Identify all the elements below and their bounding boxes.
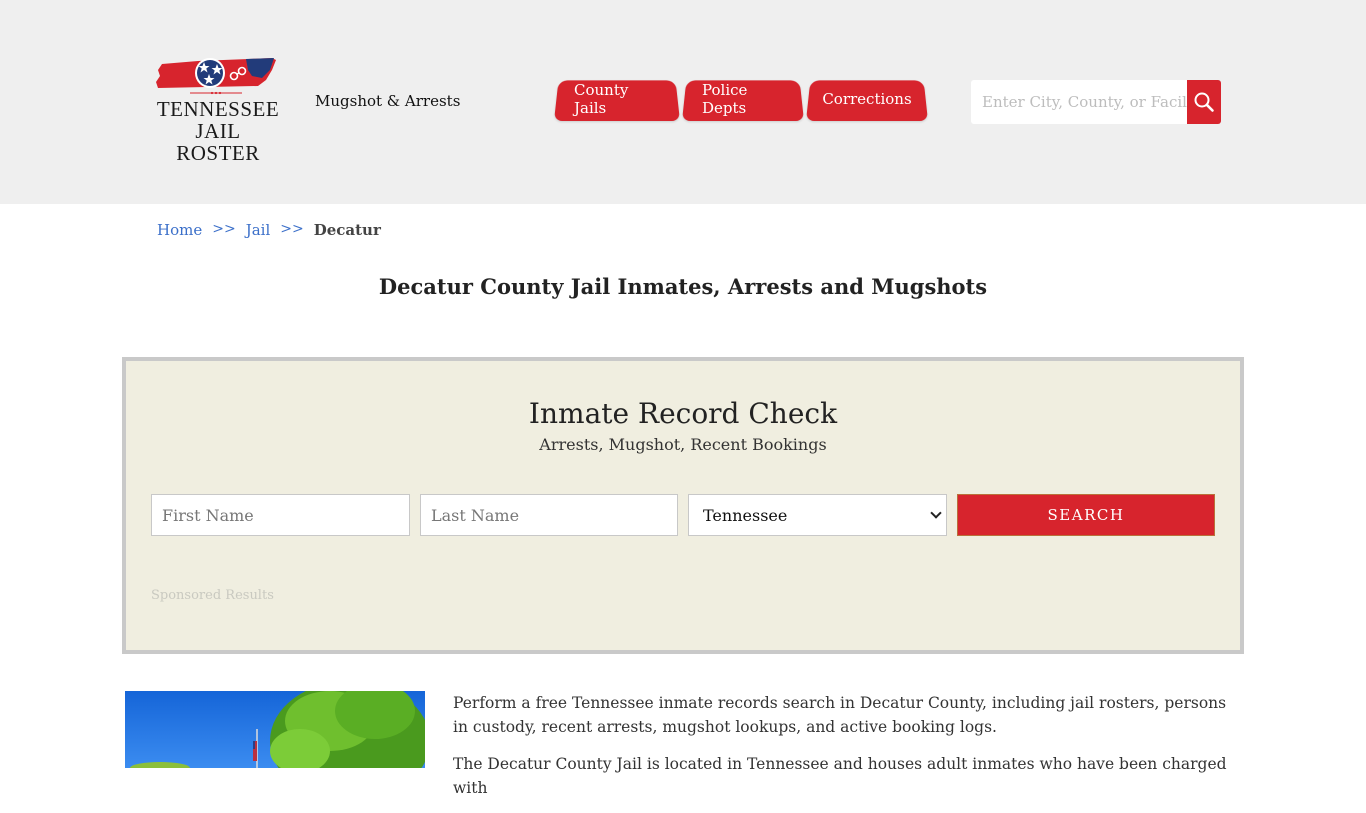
breadcrumb-jail[interactable]: Jail	[246, 221, 271, 239]
site-tagline: Mugshot & Arrests	[315, 92, 461, 110]
nav-tab-police-depts[interactable]: Police Depts	[682, 77, 804, 121]
tennessee-state-flag-handcuffs-icon	[156, 58, 276, 95]
nav-tab-corrections[interactable]: Corrections	[806, 77, 928, 121]
header-search-button[interactable]	[1187, 80, 1221, 124]
main-nav: County Jails Police Depts Corrections	[554, 77, 930, 121]
breadcrumb-home[interactable]: Home	[157, 221, 202, 239]
state-select[interactable]: Tennessee	[688, 494, 947, 536]
inmate-record-check-panel: Inmate Record Check Arrests, Mugshot, Re…	[122, 357, 1244, 654]
logo-line-1: TENNESSEE	[156, 97, 280, 121]
logo-line-2: JAIL ROSTER	[176, 119, 260, 165]
state-select-value: Tennessee	[703, 505, 788, 525]
sponsored-results-label: Sponsored Results	[151, 588, 274, 603]
magnifier-icon	[1194, 92, 1214, 112]
record-check-title: Inmate Record Check	[528, 397, 838, 430]
first-name-input[interactable]	[151, 494, 410, 536]
page-title: Decatur County Jail Inmates, Arrests and…	[378, 274, 988, 299]
logo-wordmark: TENNESSEE JAIL ROSTER	[154, 98, 282, 164]
location-search-input[interactable]	[971, 80, 1187, 124]
jail-building-photo	[125, 691, 425, 768]
record-check-subtitle: Arrests, Mugshot, Recent Bookings	[539, 435, 827, 454]
description-paragraph: Perform a free Tennessee inmate records …	[453, 694, 1227, 736]
chevron-down-icon	[930, 507, 942, 519]
breadcrumb: Home >> Jail >> Decatur	[157, 221, 381, 239]
site-header: TENNESSEE JAIL ROSTER Mugshot & Arrests …	[0, 0, 1366, 204]
last-name-input[interactable]	[420, 494, 678, 536]
county-jail-photo	[125, 691, 425, 768]
breadcrumb-separator: >>	[280, 221, 304, 237]
breadcrumb-current: Decatur	[313, 221, 381, 239]
header-search	[971, 80, 1221, 124]
site-logo[interactable]: TENNESSEE JAIL ROSTER	[154, 56, 282, 164]
inmate-search-button[interactable]: SEARCH	[957, 494, 1215, 536]
description-paragraph: The Decatur County Jail is located in Te…	[453, 755, 1227, 797]
nav-tab-label: County Jails	[574, 81, 629, 117]
county-description: Perform a free Tennessee inmate records …	[453, 691, 1243, 813]
breadcrumb-separator: >>	[212, 221, 236, 237]
nav-tab-label: Corrections	[822, 90, 912, 108]
nav-tab-label: Police Depts	[702, 81, 748, 117]
nav-tab-county-jails[interactable]: County Jails	[554, 77, 680, 121]
